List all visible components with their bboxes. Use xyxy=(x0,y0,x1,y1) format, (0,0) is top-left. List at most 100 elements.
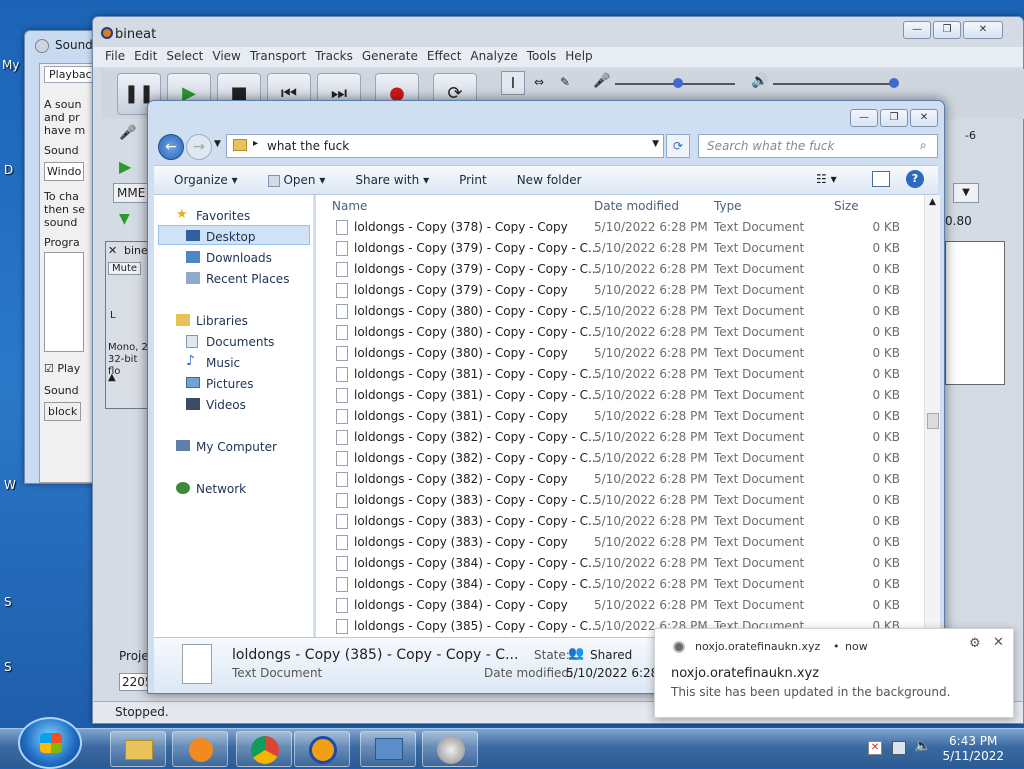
file-name[interactable]: loldongs - Copy (384) - Copy - Copy xyxy=(354,598,568,612)
maximize-button[interactable]: ❐ xyxy=(933,21,961,39)
desktop-label[interactable]: S xyxy=(4,595,12,609)
track-name[interactable]: bine xyxy=(124,244,148,257)
search-icon[interactable]: ⌕ xyxy=(920,138,927,153)
column-header-size[interactable]: Size xyxy=(834,199,859,213)
network-tray-icon[interactable] xyxy=(892,741,906,755)
mute-button[interactable]: Mute xyxy=(108,262,142,275)
file-row[interactable]: loldongs - Copy (379) - Copy - Copy 5/10/… xyxy=(316,280,916,301)
slider-thumb[interactable] xyxy=(673,78,683,88)
nav-downloads[interactable]: Downloads xyxy=(206,251,272,265)
breadcrumb-arrow-icon[interactable]: ▸ xyxy=(253,138,258,149)
envelope-tool-icon[interactable]: ⇔ xyxy=(527,71,551,95)
file-row[interactable]: loldongs - Copy (380) - Copy - Copy - C.… xyxy=(316,301,916,322)
file-row[interactable]: loldongs - Copy (384) - Copy - Copy 5/10/… xyxy=(316,595,916,616)
track-close-button[interactable]: ✕ xyxy=(108,244,117,257)
close-icon[interactable]: ✕ xyxy=(993,635,1004,650)
gear-icon[interactable]: ⚙ xyxy=(969,636,981,651)
file-name[interactable]: loldongs - Copy (379) - Copy - Copy xyxy=(354,283,568,297)
slider-thumb[interactable] xyxy=(889,78,899,88)
recording-volume-slider[interactable] xyxy=(615,78,735,88)
organize-button[interactable]: Organize ▾ xyxy=(174,173,238,187)
menu-help[interactable]: Help xyxy=(565,47,601,67)
nav-my-computer[interactable]: My Computer xyxy=(196,440,277,454)
menu-view[interactable]: View xyxy=(212,47,249,67)
volume-tray-icon[interactable]: 🔈 xyxy=(914,738,931,754)
desktop-label[interactable]: D xyxy=(4,163,13,177)
nav-documents[interactable]: Documents xyxy=(206,335,274,349)
file-name[interactable]: loldongs - Copy (382) - Copy - Copy xyxy=(354,472,568,486)
events-list[interactable] xyxy=(44,252,84,352)
file-row[interactable]: loldongs - Copy (382) - Copy - Copy - C.… xyxy=(316,427,916,448)
menu-analyze[interactable]: Analyze xyxy=(470,47,526,67)
file-row[interactable]: loldongs - Copy (383) - Copy - Copy 5/10/… xyxy=(316,532,916,553)
file-row[interactable]: loldongs - Copy (380) - Copy - Copy 5/10/… xyxy=(316,343,916,364)
file-row[interactable]: loldongs - Copy (379) - Copy - Copy - C.… xyxy=(316,238,916,259)
nav-favorites[interactable]: Favorites xyxy=(196,209,250,223)
column-header-type[interactable]: Type xyxy=(714,199,742,213)
file-name[interactable]: loldongs - Copy (379) - Copy - Copy - C.… xyxy=(354,262,600,276)
taskbar-media-player-icon[interactable] xyxy=(172,731,228,767)
scroll-thumb[interactable] xyxy=(927,413,939,429)
file-row[interactable]: loldongs - Copy (380) - Copy - Copy - C.… xyxy=(316,322,916,343)
scheme-select[interactable]: Windo xyxy=(44,162,84,181)
menu-file[interactable]: File xyxy=(105,47,134,67)
file-name[interactable]: loldongs - Copy (380) - Copy - Copy - C.… xyxy=(354,304,600,318)
file-name[interactable]: loldongs - Copy (378) - Copy - Copy xyxy=(354,220,568,234)
file-row[interactable]: loldongs - Copy (378) - Copy - Copy 5/10/… xyxy=(316,217,916,238)
open-button[interactable]: Open ▾ xyxy=(267,173,325,187)
file-row[interactable]: loldongs - Copy (384) - Copy - Copy - C.… xyxy=(316,553,916,574)
help-icon[interactable]: ? xyxy=(906,170,924,188)
chrome-notification[interactable]: noxjo.oratefinaukn.xyz • now ⚙ ✕ noxjo.o… xyxy=(654,628,1014,718)
draw-tool-icon[interactable]: ✎ xyxy=(553,71,577,95)
taskbar-control-panel-icon[interactable] xyxy=(360,731,416,767)
file-row[interactable]: loldongs - Copy (381) - Copy - Copy 5/10/… xyxy=(316,406,916,427)
file-name[interactable]: loldongs - Copy (381) - Copy - Copy - C.… xyxy=(354,388,600,402)
collapse-track-icon[interactable]: ▲ xyxy=(108,372,116,383)
search-input[interactable]: Search what the fuck xyxy=(698,134,938,158)
close-button[interactable]: ✕ xyxy=(963,21,1003,39)
minimize-button[interactable]: — xyxy=(903,21,931,39)
file-name[interactable]: loldongs - Copy (385) - Copy - Copy - C.… xyxy=(354,619,600,633)
nav-recent-places[interactable]: Recent Places xyxy=(206,272,289,286)
file-row[interactable]: loldongs - Copy (381) - Copy - Copy - C.… xyxy=(316,364,916,385)
history-dropdown-icon[interactable]: ▼ xyxy=(214,139,221,149)
file-row[interactable]: loldongs - Copy (379) - Copy - Copy - C.… xyxy=(316,259,916,280)
nav-music[interactable]: Music xyxy=(206,356,240,370)
clock[interactable]: 6:43 PM 5/11/2022 xyxy=(942,734,1004,764)
file-name[interactable]: loldongs - Copy (382) - Copy - Copy - C.… xyxy=(354,451,600,465)
menu-generate[interactable]: Generate xyxy=(362,47,427,67)
forward-button[interactable]: → xyxy=(186,134,212,160)
maximize-button[interactable]: ❐ xyxy=(880,109,908,127)
menu-tools[interactable]: Tools xyxy=(527,47,566,67)
file-name[interactable]: loldongs - Copy (383) - Copy - Copy - C.… xyxy=(354,514,600,528)
file-name[interactable]: loldongs - Copy (380) - Copy - Copy xyxy=(354,346,568,360)
file-row[interactable]: loldongs - Copy (383) - Copy - Copy - C.… xyxy=(316,511,916,532)
column-header-date[interactable]: Date modified xyxy=(594,199,679,213)
share-with-button[interactable]: Share with ▾ xyxy=(355,173,429,187)
device-dropdown[interactable]: ▼ xyxy=(953,183,979,203)
menu-edit[interactable]: Edit xyxy=(134,47,166,67)
close-button[interactable]: ✕ xyxy=(910,109,938,127)
file-row[interactable]: loldongs - Copy (384) - Copy - Copy - C.… xyxy=(316,574,916,595)
print-button[interactable]: Print xyxy=(459,173,487,187)
nav-videos[interactable]: Videos xyxy=(206,398,246,412)
menu-tracks[interactable]: Tracks xyxy=(315,47,362,67)
view-options-icon[interactable]: ☷ ▾ xyxy=(816,172,837,186)
file-name[interactable]: loldongs - Copy (383) - Copy - Copy - C.… xyxy=(354,493,600,507)
file-row[interactable]: loldongs - Copy (383) - Copy - Copy - C.… xyxy=(316,490,916,511)
new-folder-button[interactable]: New folder xyxy=(517,173,582,187)
file-name[interactable]: loldongs - Copy (381) - Copy - Copy - C.… xyxy=(354,367,600,381)
nav-libraries[interactable]: Libraries xyxy=(196,314,248,328)
file-name[interactable]: loldongs - Copy (379) - Copy - Copy - C.… xyxy=(354,241,600,255)
file-row[interactable]: loldongs - Copy (382) - Copy - Copy 5/10/… xyxy=(316,469,916,490)
file-name[interactable]: loldongs - Copy (380) - Copy - Copy - C.… xyxy=(354,325,600,339)
selection-tool-icon[interactable]: I xyxy=(501,71,525,95)
taskbar-explorer-icon[interactable] xyxy=(110,731,166,767)
scroll-up-icon[interactable]: ▲ xyxy=(929,197,936,207)
menu-effect[interactable]: Effect xyxy=(427,47,471,67)
nav-pictures[interactable]: Pictures xyxy=(206,377,254,391)
file-name[interactable]: loldongs - Copy (382) - Copy - Copy - C.… xyxy=(354,430,600,444)
address-dropdown-icon[interactable]: ▼ xyxy=(652,139,659,149)
file-name[interactable]: loldongs - Copy (384) - Copy - Copy - C.… xyxy=(354,556,600,570)
nav-network[interactable]: Network xyxy=(196,482,246,496)
